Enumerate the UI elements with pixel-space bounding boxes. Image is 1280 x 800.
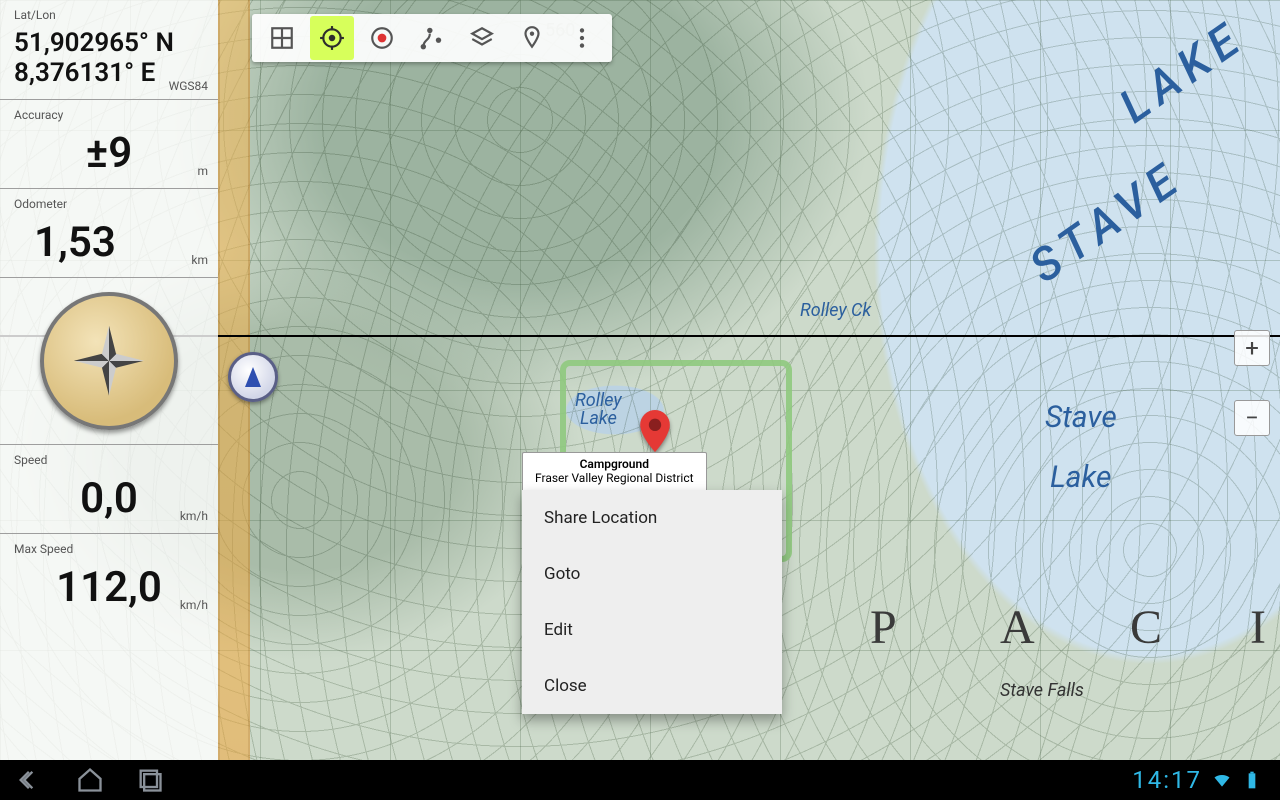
- nav-recent-button[interactable]: [120, 760, 180, 800]
- menu-close[interactable]: Close: [522, 658, 782, 714]
- grid-button[interactable]: [260, 16, 304, 60]
- accuracy-value: ±9: [14, 129, 204, 178]
- overflow-button[interactable]: [560, 16, 604, 60]
- grid-letter-a: A: [1000, 600, 1035, 655]
- grid-letter-p: P: [870, 600, 897, 655]
- zoom-out-button[interactable]: −: [1234, 400, 1270, 436]
- odometer-label: Odometer: [14, 197, 67, 211]
- menu-goto[interactable]: Goto: [522, 546, 782, 602]
- odometer-cell[interactable]: Odometer km 1,53: [0, 189, 218, 278]
- maxspeed-cell[interactable]: Max Speed km/h 112,0: [0, 534, 218, 622]
- tooltip-subtitle: Fraser Valley Regional District: [535, 471, 694, 485]
- speed-unit: km/h: [180, 509, 208, 523]
- odometer-value: 1,53: [14, 218, 204, 267]
- coord-cell[interactable]: Lat/Lon 51,902965° N 8,376131° E WGS84: [0, 0, 218, 100]
- accuracy-unit: m: [197, 164, 208, 178]
- grid-icon: [269, 25, 295, 51]
- menu-share[interactable]: Share Location: [522, 490, 782, 546]
- back-icon: [16, 766, 44, 794]
- route-icon: [419, 25, 445, 51]
- nav-back-button[interactable]: [0, 760, 60, 800]
- poi-button[interactable]: [510, 16, 554, 60]
- accuracy-label: Accuracy: [14, 108, 63, 122]
- coord-lat: 51,902965° N: [14, 29, 204, 59]
- route-button[interactable]: [410, 16, 454, 60]
- android-navbar: 14:17: [0, 760, 1280, 800]
- accuracy-cell[interactable]: Accuracy m ±9: [0, 100, 218, 189]
- layers-icon: [469, 25, 495, 51]
- stats-sidebar: Lat/Lon 51,902965° N 8,376131° E WGS84 A…: [0, 0, 218, 760]
- locate-button[interactable]: [310, 16, 354, 60]
- maxspeed-label: Max Speed: [14, 542, 73, 556]
- coord-datum: WGS84: [169, 79, 208, 93]
- grid-letter-c: C: [1130, 600, 1162, 655]
- speed-value: 0,0: [14, 474, 204, 523]
- record-button[interactable]: [360, 16, 404, 60]
- map-toolbar: [252, 14, 612, 62]
- compass-cell[interactable]: [0, 278, 218, 445]
- context-menu: Share Location Goto Edit Close: [522, 490, 782, 714]
- odometer-unit: km: [191, 253, 208, 267]
- maxspeed-value: 112,0: [14, 563, 204, 612]
- layers-button[interactable]: [460, 16, 504, 60]
- tooltip-title: Campground: [535, 457, 694, 471]
- overflow-icon: [569, 25, 595, 51]
- grid-letter-i: I: [1250, 600, 1266, 655]
- status-clock: 14:17: [1132, 766, 1202, 794]
- speed-cell[interactable]: Speed km/h 0,0: [0, 445, 218, 534]
- pin-icon: [519, 25, 545, 51]
- speed-label: Speed: [14, 453, 47, 467]
- zoom-in-button[interactable]: +: [1234, 330, 1270, 366]
- status-area: 14:17: [1132, 766, 1280, 794]
- marker-tooltip: Campground Fraser Valley Regional Distri…: [522, 452, 707, 492]
- battery-icon: [1242, 770, 1262, 790]
- locate-icon: [319, 25, 345, 51]
- menu-edit[interactable]: Edit: [522, 602, 782, 658]
- recent-apps-icon: [136, 766, 164, 794]
- compass-rose-icon: [40, 292, 178, 430]
- north-arrow-widget[interactable]: [228, 352, 278, 402]
- maxspeed-unit: km/h: [180, 598, 208, 612]
- coord-label: Lat/Lon: [14, 8, 56, 22]
- record-icon: [369, 25, 395, 51]
- home-icon: [76, 766, 104, 794]
- label-stave-falls: Stave Falls: [1000, 680, 1084, 701]
- nav-home-button[interactable]: [60, 760, 120, 800]
- wifi-icon: [1212, 770, 1232, 790]
